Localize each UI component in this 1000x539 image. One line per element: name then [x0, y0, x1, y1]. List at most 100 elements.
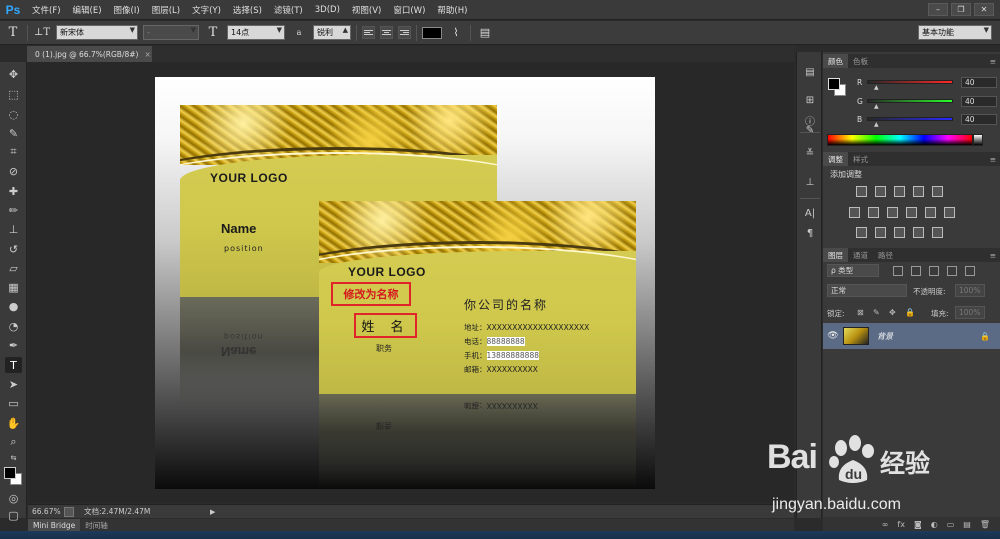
- fill-input[interactable]: 100%: [955, 306, 985, 319]
- menu-type[interactable]: 文字(Y): [186, 4, 227, 16]
- lasso-tool-icon[interactable]: ◌: [5, 106, 22, 122]
- healing-brush-icon[interactable]: ✚: [5, 183, 22, 199]
- slider-green-value[interactable]: 40: [961, 95, 997, 107]
- gradient-map-icon[interactable]: [913, 227, 924, 238]
- text-color-swatch[interactable]: [422, 26, 442, 39]
- quick-select-tool-icon[interactable]: ✎: [5, 125, 22, 141]
- eraser-tool-icon[interactable]: ▱: [5, 260, 22, 276]
- layer-row-background[interactable]: 👁 背景 🔒: [823, 323, 1000, 349]
- lock-position-icon[interactable]: ✥: [889, 308, 896, 317]
- foreground-color-swatch[interactable]: [4, 467, 16, 479]
- properties-icon[interactable]: ⊞: [802, 92, 818, 108]
- minimize-button[interactable]: –: [928, 3, 948, 16]
- document-canvas[interactable]: YOUR LOGO Name position position Name YO…: [155, 77, 655, 489]
- tab-swatches[interactable]: 色板: [848, 54, 873, 68]
- layer-filter-select[interactable]: ρ 类型: [827, 264, 879, 277]
- tab-adjustments[interactable]: 调整: [823, 152, 848, 166]
- eyedropper-tool-icon[interactable]: ⊘: [5, 163, 22, 179]
- type-tool-icon[interactable]: T: [5, 357, 22, 373]
- type-tool-icon[interactable]: T: [4, 24, 22, 42]
- document-tab[interactable]: 0 (1).jpg @ 66.7%(RGB/8#) ×: [27, 46, 152, 62]
- invert-icon[interactable]: [856, 227, 867, 238]
- font-family-select[interactable]: 新宋体 ▼: [56, 25, 138, 40]
- brush-presets-icon[interactable]: ✎: [802, 122, 818, 138]
- status-info-icon[interactable]: [64, 506, 74, 517]
- adjustment-layer-icon[interactable]: ◐: [931, 520, 938, 529]
- exposure-icon[interactable]: [913, 186, 924, 197]
- selective-color-icon[interactable]: [932, 227, 943, 238]
- filter-smart-object-icon[interactable]: [965, 266, 975, 276]
- crop-tool-icon[interactable]: ⌗: [5, 144, 22, 160]
- filter-adjustment-icon[interactable]: [911, 266, 921, 276]
- rectangle-tool-icon[interactable]: ▭: [5, 395, 22, 411]
- blend-mode-select[interactable]: 正常: [827, 284, 907, 297]
- align-center-button[interactable]: [380, 26, 393, 39]
- character-icon[interactable]: A|: [802, 205, 818, 221]
- eye-icon[interactable]: 👁: [823, 331, 843, 341]
- slider-red-track[interactable]: [867, 80, 953, 84]
- layer-style-icon[interactable]: fx: [897, 520, 905, 529]
- menu-file[interactable]: 文件(F): [26, 4, 67, 16]
- brush-settings-icon[interactable]: ≚: [802, 145, 818, 161]
- menu-edit[interactable]: 编辑(E): [67, 4, 108, 16]
- path-select-icon[interactable]: ➤: [5, 376, 22, 392]
- tab-paths[interactable]: 路径: [873, 248, 898, 262]
- levels-icon[interactable]: [875, 186, 886, 197]
- hand-tool-icon[interactable]: ✋: [5, 415, 22, 431]
- menu-select[interactable]: 选择(S): [227, 4, 268, 16]
- filter-shape-icon[interactable]: [947, 266, 957, 276]
- pen-tool-icon[interactable]: ✒: [5, 337, 22, 353]
- lock-all-icon[interactable]: 🔒: [905, 308, 915, 317]
- menu-window[interactable]: 窗口(W): [387, 4, 431, 16]
- tab-channels[interactable]: 通道: [848, 248, 873, 262]
- slider-red-value[interactable]: 40: [961, 76, 997, 88]
- brush-tool-icon[interactable]: ✏: [5, 202, 22, 218]
- curves-icon[interactable]: [894, 186, 905, 197]
- posterize-icon[interactable]: [875, 227, 886, 238]
- zoom-tool-icon[interactable]: ⌕: [5, 434, 22, 450]
- close-icon[interactable]: ×: [144, 50, 150, 59]
- blur-tool-icon[interactable]: ●: [5, 298, 22, 314]
- filter-type-icon[interactable]: [929, 266, 939, 276]
- swap-colors-icon[interactable]: ⇆: [5, 450, 22, 466]
- stamp-tool-icon[interactable]: ⊥: [5, 221, 22, 237]
- foreground-color-chip[interactable]: [828, 78, 840, 90]
- warp-text-icon[interactable]: ⌇: [447, 24, 465, 42]
- character-panel-icon[interactable]: ▤: [476, 24, 494, 42]
- antialias-select[interactable]: 锐利 ▲: [313, 25, 351, 40]
- slider-thumb-icon[interactable]: ▲: [874, 103, 879, 110]
- slider-blue-value[interactable]: 40: [961, 113, 997, 125]
- align-left-button[interactable]: [362, 26, 375, 39]
- layer-mask-icon[interactable]: ◙: [914, 520, 922, 529]
- tab-mini-bridge[interactable]: Mini Bridge: [28, 519, 81, 531]
- panel-menu-icon[interactable]: ≡: [990, 248, 1000, 262]
- slider-green-track[interactable]: [867, 99, 953, 103]
- slider-thumb-icon[interactable]: ▲: [874, 84, 879, 91]
- new-layer-icon[interactable]: ▤: [963, 520, 971, 529]
- channel-mixer-icon[interactable]: [925, 207, 936, 218]
- slider-blue[interactable]: B 40 ▲: [857, 113, 997, 128]
- black-white-ramp[interactable]: [973, 134, 983, 146]
- move-tool-icon[interactable]: ✥: [5, 66, 22, 82]
- menu-help[interactable]: 帮助(H): [431, 4, 473, 16]
- history-brush-icon[interactable]: ↺: [5, 241, 22, 257]
- zoom-level[interactable]: 66.67%: [28, 507, 64, 516]
- color-balance-icon[interactable]: [868, 207, 879, 218]
- paragraph-icon[interactable]: ¶: [802, 225, 818, 241]
- screen-mode-icon[interactable]: ▢: [5, 507, 22, 523]
- panel-menu-icon[interactable]: ≡: [990, 152, 1000, 166]
- workspace-select[interactable]: 基本功能 ▼: [918, 25, 992, 40]
- slider-thumb-icon[interactable]: ▲: [874, 121, 879, 128]
- menu-3d[interactable]: 3D(D): [309, 5, 346, 15]
- slider-red[interactable]: R 40 ▲: [857, 76, 997, 91]
- tab-color[interactable]: 颜色: [823, 54, 848, 68]
- vibrance-icon[interactable]: [932, 186, 943, 197]
- restore-button[interactable]: ❐: [951, 3, 971, 16]
- layer-name[interactable]: 背景: [877, 331, 893, 342]
- text-orientation-icon[interactable]: ⊥T: [33, 24, 51, 42]
- filter-pixel-icon[interactable]: [893, 266, 903, 276]
- quick-mask-icon[interactable]: ◎: [5, 490, 22, 506]
- tab-styles[interactable]: 样式: [848, 152, 873, 166]
- hue-saturation-icon[interactable]: [849, 207, 860, 218]
- photo-filter-icon[interactable]: [906, 207, 917, 218]
